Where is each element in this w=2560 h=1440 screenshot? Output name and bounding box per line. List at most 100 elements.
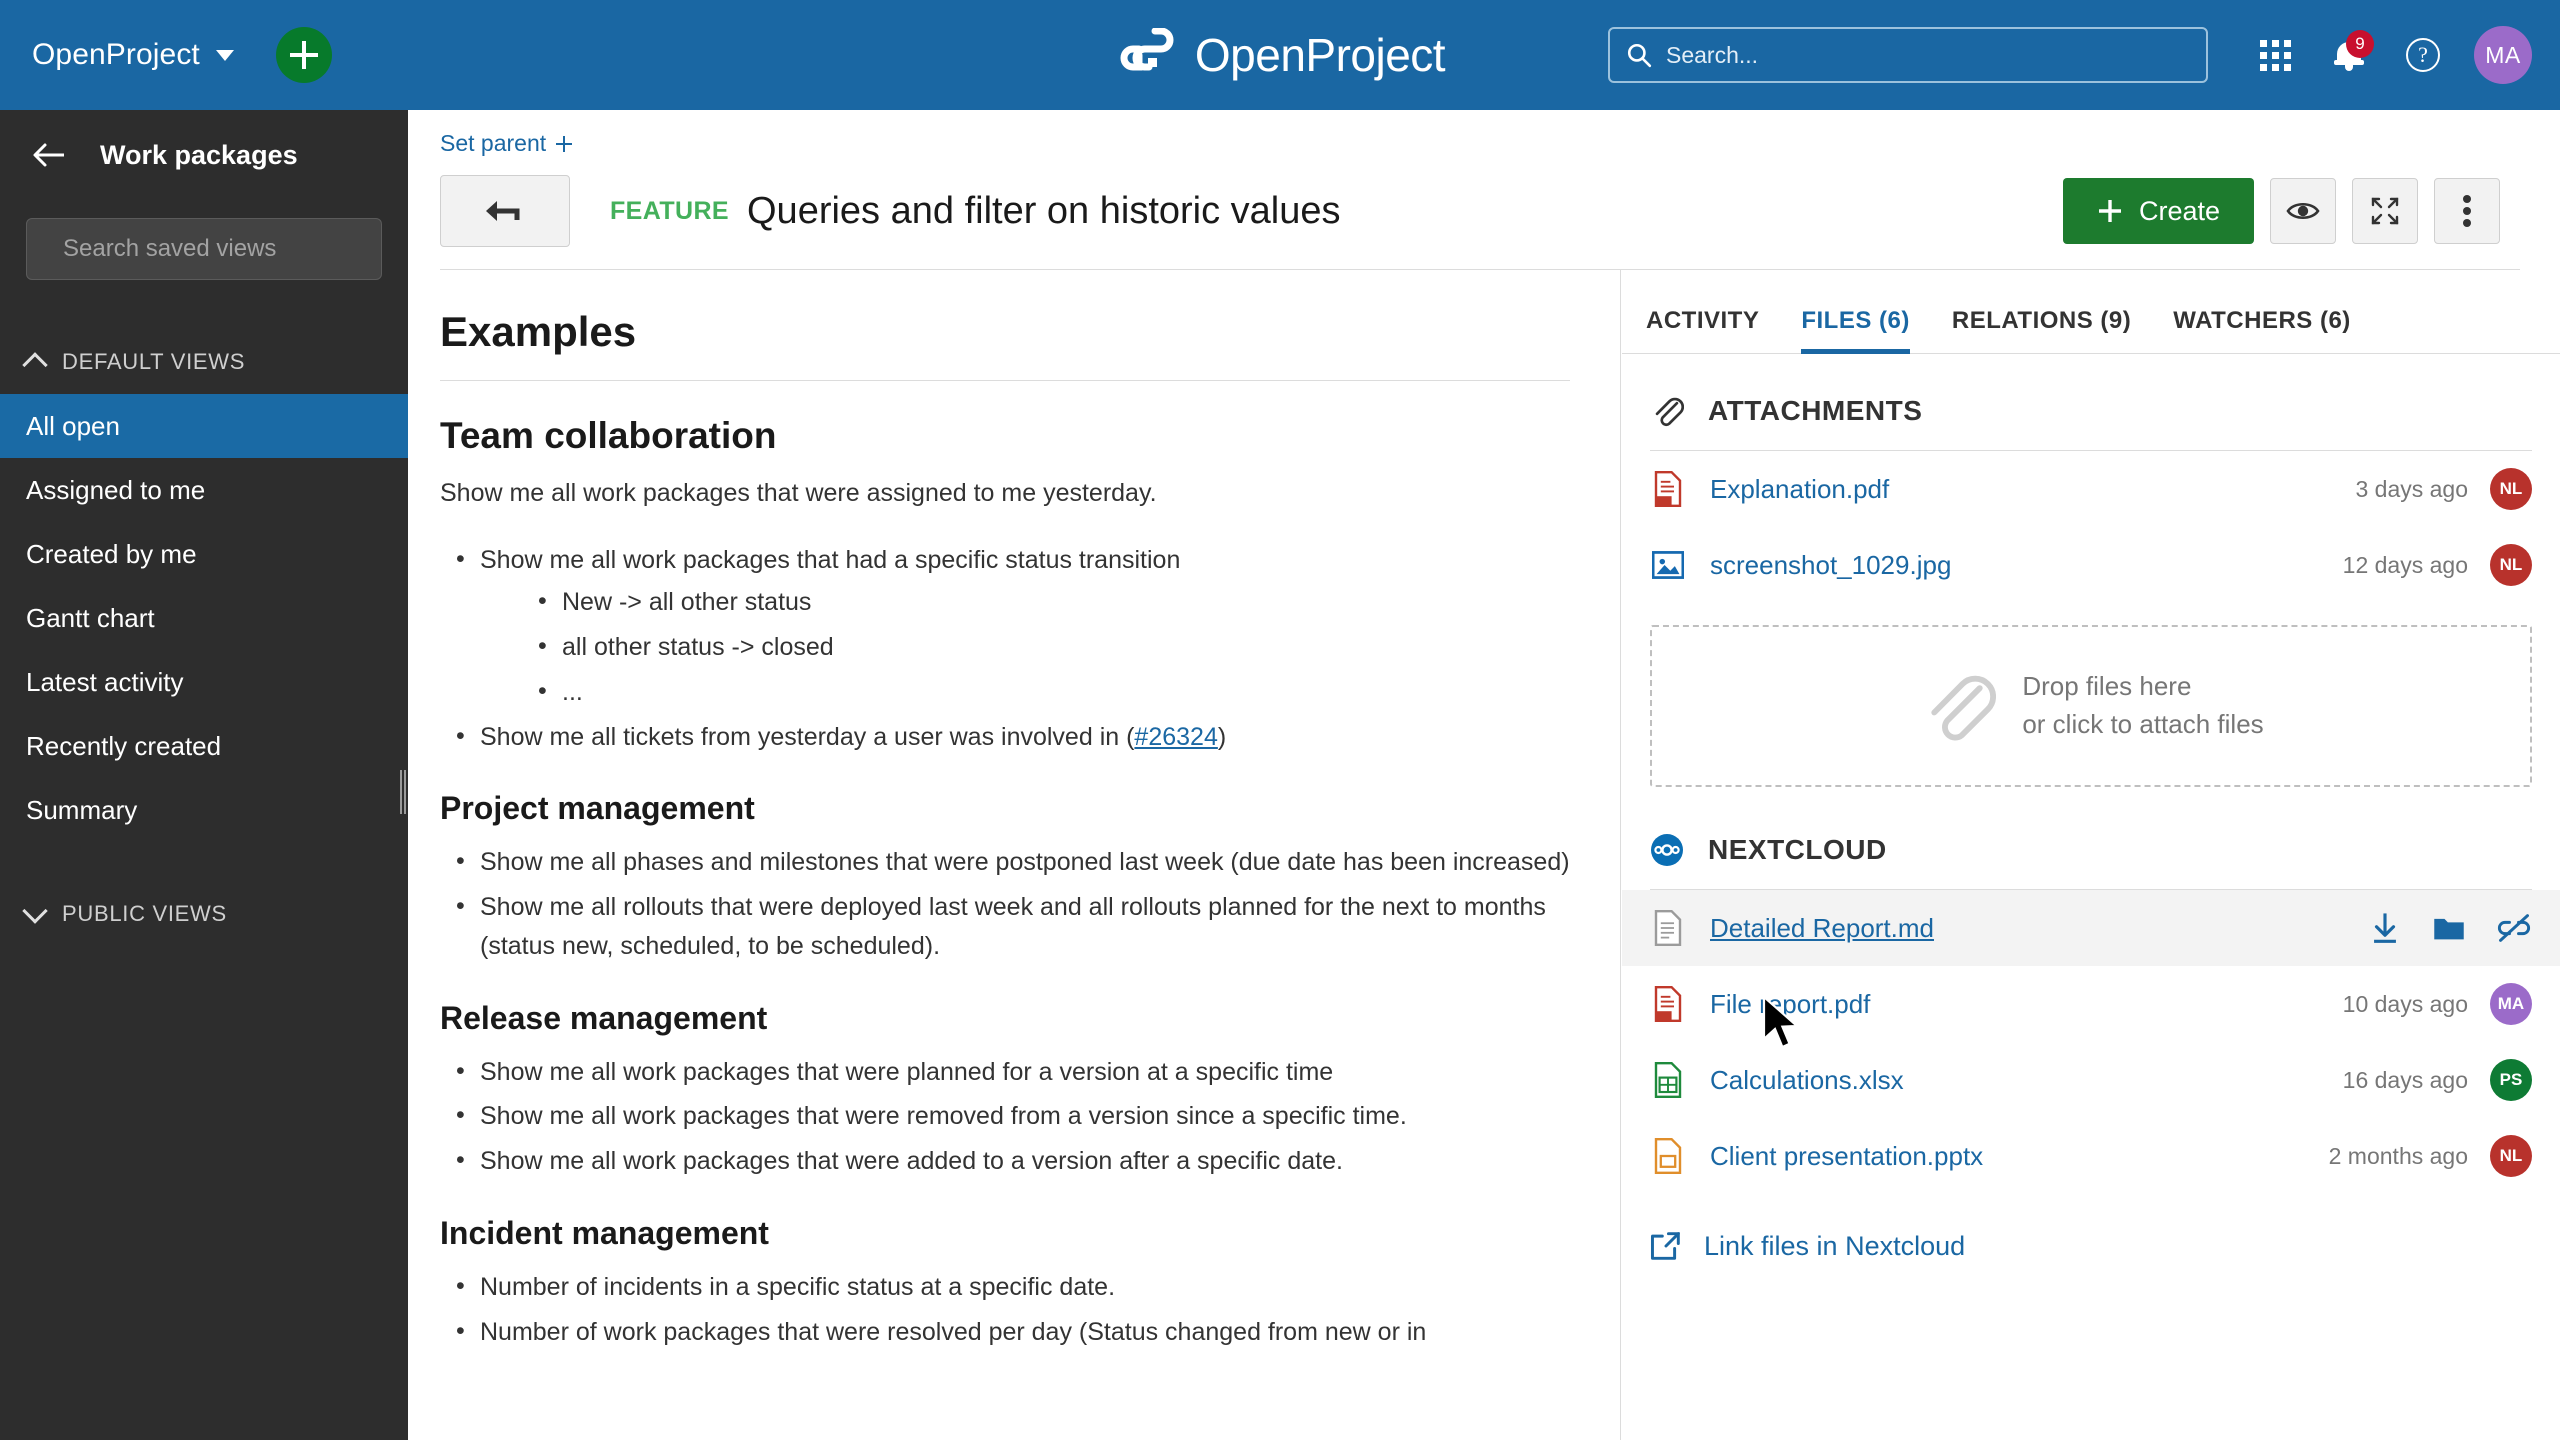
sidebar: Work packages DEFAULT VIEWS All open Ass…	[0, 110, 408, 1440]
top-right-actions: 9 ? MA	[1608, 0, 2560, 110]
work-package-reference-link[interactable]: #26324	[1134, 723, 1217, 751]
chevron-up-icon	[22, 352, 48, 378]
download-icon[interactable]	[2368, 911, 2402, 945]
nextcloud-file-name[interactable]: Calculations.xlsx	[1710, 1065, 1904, 1096]
nextcloud-file-row[interactable]: Detailed Report.md	[1622, 890, 2560, 966]
sidebar-section-label: PUBLIC VIEWS	[62, 901, 227, 926]
tab-relations[interactable]: RELATIONS (9)	[1952, 307, 2131, 353]
avatar[interactable]: PS	[2490, 1059, 2532, 1101]
avatar[interactable]: MA	[2490, 983, 2532, 1025]
saved-views-search-input[interactable]	[63, 235, 373, 263]
modules-button[interactable]	[2238, 18, 2312, 92]
dropzone-line1: Drop files here	[2022, 671, 2192, 702]
global-add-button[interactable]	[275, 27, 332, 83]
nextcloud-file-row[interactable]: Client presentation.pptx 2 months ago NL	[1622, 1118, 2560, 1194]
nextcloud-file-row[interactable]: File report.pdf 10 days ago MA	[1622, 966, 2560, 1042]
nextcloud-file-name[interactable]: Detailed Report.md	[1710, 913, 1934, 944]
more-vertical-icon	[2463, 195, 2471, 227]
avatar[interactable]: NL	[2490, 1135, 2532, 1177]
avatar[interactable]: NL	[2490, 468, 2532, 510]
description-column: Examples Team collaboration Show me all …	[408, 270, 1621, 1440]
openproject-logo-icon	[1120, 28, 1174, 71]
list-item: Number of work packages that were resolv…	[440, 1312, 1570, 1352]
list-item: all other status -> closed	[480, 627, 1570, 667]
list-item: Show me all work packages that were adde…	[440, 1141, 1570, 1181]
sidebar-item-created-by-me[interactable]: Created by me	[0, 522, 408, 586]
help-button[interactable]: ?	[2386, 18, 2460, 92]
nextcloud-file-row[interactable]: Calculations.xlsx 16 days ago PS	[1622, 1042, 2560, 1118]
more-actions-button[interactable]	[2434, 178, 2500, 244]
list-item: Show me all tickets from yesterday a use…	[440, 717, 1570, 757]
fullscreen-button[interactable]	[2352, 178, 2418, 244]
search-input[interactable]	[1666, 41, 2190, 69]
list-item: New -> all other status	[480, 582, 1570, 622]
tab-activity[interactable]: ACTIVITY	[1646, 307, 1759, 353]
description-title: Examples	[440, 308, 1570, 381]
help-icon: ?	[2406, 38, 2440, 72]
list-team-collaboration: Show me all work packages that had a spe…	[440, 540, 1570, 757]
tab-files[interactable]: FILES (6)	[1801, 307, 1910, 354]
list-release-management: Show me all work packages that were plan…	[440, 1052, 1570, 1181]
nextcloud-title: NEXTCLOUD	[1708, 834, 1887, 865]
back-button[interactable]	[440, 175, 570, 247]
nextcloud-file-name[interactable]: Client presentation.pptx	[1710, 1141, 1983, 1172]
grid-modules-icon	[2259, 39, 2291, 71]
eye-icon	[2286, 202, 2320, 220]
chevron-down-icon	[215, 49, 234, 61]
section-heading-project-management: Project management	[440, 790, 755, 827]
list-item-text: Show me all tickets from yesterday a use…	[480, 722, 1135, 751]
paperclip-icon	[1931, 675, 1997, 741]
attachment-date: 3 days ago	[2355, 475, 2468, 502]
sidebar-resize-handle[interactable]	[400, 770, 408, 814]
create-button-label: Create	[2138, 195, 2220, 226]
section-heading-team-collaboration: Team collaboration	[440, 415, 777, 456]
sidebar-section-default-views[interactable]: DEFAULT VIEWS	[0, 330, 408, 394]
open-folder-icon[interactable]	[2432, 913, 2466, 943]
sidebar-section-public-views[interactable]: PUBLIC VIEWS	[0, 882, 408, 946]
content-area: Set parent FEATURE Queries and filter on…	[408, 110, 2560, 1440]
nextcloud-file-date: 2 months ago	[2328, 1142, 2468, 1169]
image-file-icon	[1650, 549, 1686, 581]
create-button[interactable]: Create	[2062, 178, 2254, 244]
details-tabs: ACTIVITY FILES (6) RELATIONS (9) WATCHER…	[1622, 270, 2560, 354]
user-avatar[interactable]: MA	[2474, 26, 2532, 84]
sidebar-item-label: Recently created	[26, 730, 222, 761]
back-arrow-icon	[486, 201, 520, 221]
sidebar-item-recently-created[interactable]: Recently created	[0, 714, 408, 778]
link-files-in-nextcloud-button[interactable]: Link files in Nextcloud	[1622, 1194, 2560, 1262]
brand-menu-button[interactable]: OpenProject	[32, 38, 234, 72]
sidebar-item-assigned-to-me[interactable]: Assigned to me	[0, 458, 408, 522]
saved-views-search-box[interactable]	[26, 218, 382, 280]
sidebar-item-latest-activity[interactable]: Latest activity	[0, 650, 408, 714]
plus-icon	[2098, 200, 2121, 222]
sidebar-item-gantt-chart[interactable]: Gantt chart	[0, 586, 408, 650]
markdown-file-icon	[1650, 910, 1686, 946]
notifications-button[interactable]: 9	[2312, 18, 2386, 92]
set-parent-button[interactable]: Set parent	[440, 130, 574, 157]
unlink-icon[interactable]	[2496, 912, 2532, 944]
paperclip-icon	[1655, 397, 1684, 427]
global-search-box[interactable]	[1608, 27, 2208, 83]
work-package-title-row: FEATURE Queries and filter on historic v…	[440, 175, 2520, 270]
watch-button[interactable]	[2270, 178, 2336, 244]
avatar[interactable]: NL	[2490, 544, 2532, 586]
attachment-row[interactable]: screenshot_1029.jpg 12 days ago NL	[1622, 527, 2560, 603]
tab-watchers[interactable]: WATCHERS (6)	[2173, 307, 2351, 353]
attachment-row[interactable]: Explanation.pdf 3 days ago NL	[1622, 451, 2560, 527]
sidebar-back-button[interactable]	[26, 132, 72, 178]
nextcloud-file-meta: 10 days ago MA	[2343, 983, 2532, 1025]
section-heading-release-management: Release management	[440, 999, 768, 1036]
attachment-name[interactable]: screenshot_1029.jpg	[1710, 550, 1951, 581]
attachment-name[interactable]: Explanation.pdf	[1710, 474, 1889, 505]
nextcloud-file-name[interactable]: File report.pdf	[1710, 989, 1870, 1020]
attachment-date: 12 days ago	[2342, 551, 2468, 578]
sidebar-item-summary[interactable]: Summary	[0, 778, 408, 842]
search-icon	[1627, 43, 1652, 68]
file-dropzone[interactable]: Drop files here or click to attach files	[1650, 625, 2532, 787]
top-navigation-bar: OpenProject OpenProject Search... 9 ? MA	[0, 0, 2560, 110]
openproject-logo-link[interactable]: OpenProject	[1115, 28, 1446, 82]
list-item: Show me all work packages that were plan…	[440, 1052, 1570, 1092]
sidebar-header: Work packages	[0, 110, 408, 200]
nextcloud-icon	[1651, 834, 1683, 866]
sidebar-item-all-open[interactable]: All open	[0, 394, 408, 458]
